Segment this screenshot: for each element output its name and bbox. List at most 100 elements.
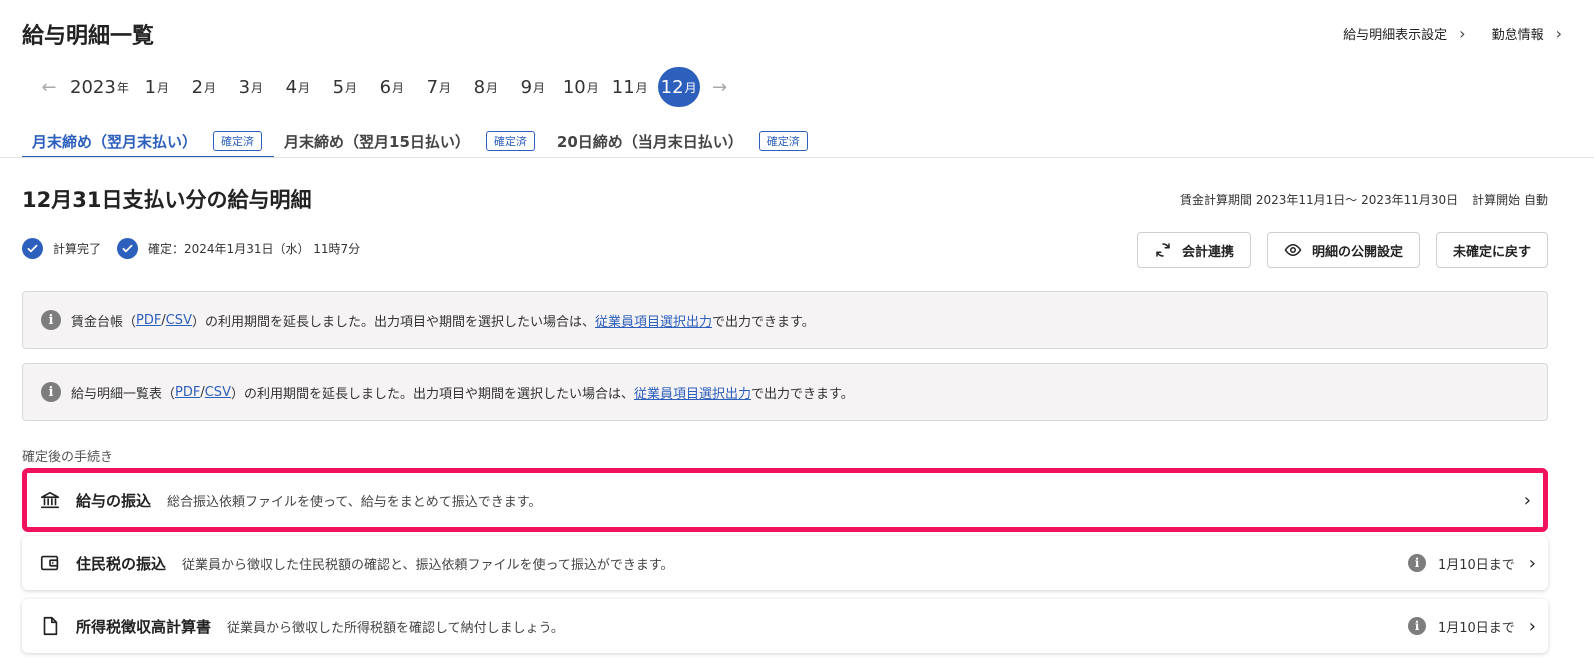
month-value: 4 bbox=[285, 76, 298, 98]
month-unit: 月 bbox=[345, 80, 358, 95]
status-badge: 確定済 bbox=[758, 131, 808, 151]
tab-month-end-next-month-end[interactable]: 月末締め（翌月末払い） 確定済 bbox=[22, 125, 275, 158]
month-unit: 月 bbox=[157, 80, 170, 95]
action-buttons: 会計連携 明細の公開設定 未確定に戻す bbox=[1136, 232, 1548, 268]
month-unit: 月 bbox=[635, 80, 648, 95]
month-5[interactable]: 5月 bbox=[325, 67, 365, 107]
attendance-info-link[interactable]: 勤怠情報 › bbox=[1492, 24, 1562, 43]
notice-payslip-list: i 給与明細一覧表（ PDF / CSV ）の利用期間を延長しました。出力項目や期間を選… bbox=[22, 363, 1548, 421]
procedure-title: 住民税の振込 bbox=[76, 554, 167, 573]
month-7[interactable]: 7月 bbox=[419, 67, 459, 107]
procedure-desc: 従業員から徴収した住民税額の確認と、振込依頼ファイルを使って振込ができます。 bbox=[182, 557, 674, 573]
month-value: 3 bbox=[238, 76, 251, 98]
month-value: 8 bbox=[473, 76, 486, 98]
info-icon: i bbox=[41, 310, 61, 330]
procedure-desc: 総合振込依頼ファイルを使って、給与をまとめて振込できます。 bbox=[167, 494, 542, 510]
employee-item-export-link[interactable]: 従業員項目選択出力 bbox=[634, 383, 751, 402]
year-value: 2023 bbox=[70, 76, 116, 98]
year-label: 2023 年 bbox=[70, 67, 129, 107]
notice-text: 賃金台帳（ bbox=[71, 314, 137, 330]
month-12-selected[interactable]: 12 月 bbox=[657, 67, 700, 107]
status-row: 計算完了 確定：2024年1月31日（水） 11時7分 bbox=[22, 238, 376, 259]
sync-icon bbox=[1156, 243, 1170, 257]
month-value: 5 bbox=[332, 76, 345, 98]
header-links: 給与明細表示設定 › 勤怠情報 › bbox=[1343, 24, 1562, 43]
month-6[interactable]: 6月 bbox=[372, 67, 412, 107]
notice-text: 給与明細一覧表（ bbox=[71, 386, 176, 402]
period-text: 賃金計算期間 2023年11月1日～ 2023年11月30日 bbox=[1180, 193, 1459, 207]
notice-text: で出力できます。 bbox=[751, 386, 854, 402]
csv-link[interactable]: CSV bbox=[205, 385, 231, 400]
income-tax-statement-item[interactable]: 所得税徴収高計算書 従業員から徴収した所得税額を確認して納付しましょう。 i 1… bbox=[22, 599, 1548, 653]
month-value: 2 bbox=[191, 76, 204, 98]
arrow-left-icon[interactable]: ← bbox=[36, 77, 62, 98]
month-unit: 月 bbox=[486, 80, 499, 95]
confirmed-label: 確定：2024年1月31日（水） 11時7分 bbox=[148, 242, 361, 256]
accounting-sync-label: 会計連携 bbox=[1181, 244, 1234, 260]
calc-start-text: 計算開始 自動 bbox=[1472, 193, 1548, 207]
chevron-right-icon: › bbox=[1555, 24, 1562, 43]
revert-unconfirmed-button[interactable]: 未確定に戻す bbox=[1435, 232, 1548, 268]
due-date: 1月10日まで bbox=[1437, 620, 1515, 636]
payslip-display-settings-label: 給与明細表示設定 bbox=[1343, 28, 1448, 43]
month-9[interactable]: 9月 bbox=[513, 67, 553, 107]
procedure-title: 給与の振込 bbox=[76, 491, 152, 510]
publish-settings-button[interactable]: 明細の公開設定 bbox=[1266, 232, 1420, 268]
payslip-display-settings-link[interactable]: 給与明細表示設定 › bbox=[1343, 24, 1465, 43]
check-circle-icon bbox=[117, 238, 139, 259]
employee-item-export-link[interactable]: 従業員項目選択出力 bbox=[595, 311, 712, 330]
eye-icon bbox=[1284, 243, 1302, 257]
calc-done-status: 計算完了 bbox=[22, 238, 101, 259]
due-date: 1月10日まで bbox=[1437, 557, 1515, 573]
resident-tax-transfer-item[interactable]: 住民税の振込 従業員から徴収した住民税額の確認と、振込依頼ファイルを使って振込が… bbox=[22, 536, 1548, 590]
status-badge: 確定済 bbox=[213, 131, 263, 151]
info-icon: i bbox=[1407, 554, 1426, 572]
tab-20th-close[interactable]: 20日締め（当月末日払い） 確定済 bbox=[547, 125, 820, 157]
bank-icon bbox=[38, 488, 62, 512]
procedure-right: i 1月10日まで › bbox=[1407, 553, 1548, 574]
tab-month-end-next-15th[interactable]: 月末締め（翌月15日払い） 確定済 bbox=[274, 125, 547, 157]
attendance-info-label: 勤怠情報 bbox=[1491, 28, 1544, 43]
month-1[interactable]: 1月 bbox=[137, 67, 177, 107]
month-3[interactable]: 3月 bbox=[231, 67, 271, 107]
month-value: 10 bbox=[562, 76, 586, 98]
publish-settings-label: 明細の公開設定 bbox=[1311, 244, 1403, 260]
month-4[interactable]: 4月 bbox=[278, 67, 318, 107]
tab-label: 月末締め（翌月15日払い） bbox=[284, 132, 470, 151]
month-unit: 月 bbox=[298, 80, 311, 95]
accounting-sync-button[interactable]: 会計連携 bbox=[1136, 232, 1251, 268]
tab-label: 月末締め（翌月末払い） bbox=[32, 132, 198, 151]
confirmed-status: 確定：2024年1月31日（水） 11時7分 bbox=[117, 238, 360, 259]
month-unit: 月 bbox=[439, 80, 452, 95]
procedure-title: 所得税徴収高計算書 bbox=[76, 617, 212, 636]
month-8[interactable]: 8月 bbox=[466, 67, 506, 107]
notice-wage-ledger: i 賃金台帳（ PDF / CSV ）の利用期間を延長しました。出力項目や期間を選択した… bbox=[22, 291, 1548, 349]
month-value: 11 bbox=[611, 76, 635, 98]
pdf-link[interactable]: PDF bbox=[175, 385, 200, 400]
procedure-desc: 従業員から徴収した所得税額を確認して納付しましょう。 bbox=[227, 620, 564, 636]
status-badge: 確定済 bbox=[485, 131, 535, 151]
month-value: 1 bbox=[144, 76, 157, 98]
month-unit: 月 bbox=[392, 80, 405, 95]
month-unit: 月 bbox=[251, 80, 264, 95]
month-2[interactable]: 2月 bbox=[184, 67, 224, 107]
closing-tabs: 月末締め（翌月末払い） 確定済 月末締め（翌月15日払い） 確定済 20日締め（… bbox=[22, 125, 820, 158]
wallet-icon bbox=[38, 551, 62, 575]
document-icon bbox=[38, 614, 62, 638]
info-icon: i bbox=[41, 382, 61, 402]
month-unit: 月 bbox=[684, 80, 697, 95]
month-value: 7 bbox=[426, 76, 439, 98]
info-icon: i bbox=[1407, 617, 1426, 635]
salary-transfer-item[interactable]: 給与の振込 総合振込依頼ファイルを使って、給与をまとめて振込できます。 › bbox=[22, 468, 1548, 532]
arrow-right-icon[interactable]: → bbox=[707, 77, 733, 98]
procedures-heading: 確定後の手続き bbox=[22, 450, 114, 465]
calc-done-label: 計算完了 bbox=[53, 242, 102, 256]
year-unit: 年 bbox=[116, 80, 129, 95]
month-10[interactable]: 10 月 bbox=[560, 67, 602, 107]
month-11[interactable]: 11 月 bbox=[609, 67, 651, 107]
month-unit: 月 bbox=[533, 80, 546, 95]
month-unit: 月 bbox=[586, 80, 599, 95]
notice-text: ）の利用期間を延長しました。出力項目や期間を選択したい場合は、 bbox=[230, 386, 634, 402]
csv-link[interactable]: CSV bbox=[166, 313, 192, 328]
pdf-link[interactable]: PDF bbox=[136, 313, 161, 328]
